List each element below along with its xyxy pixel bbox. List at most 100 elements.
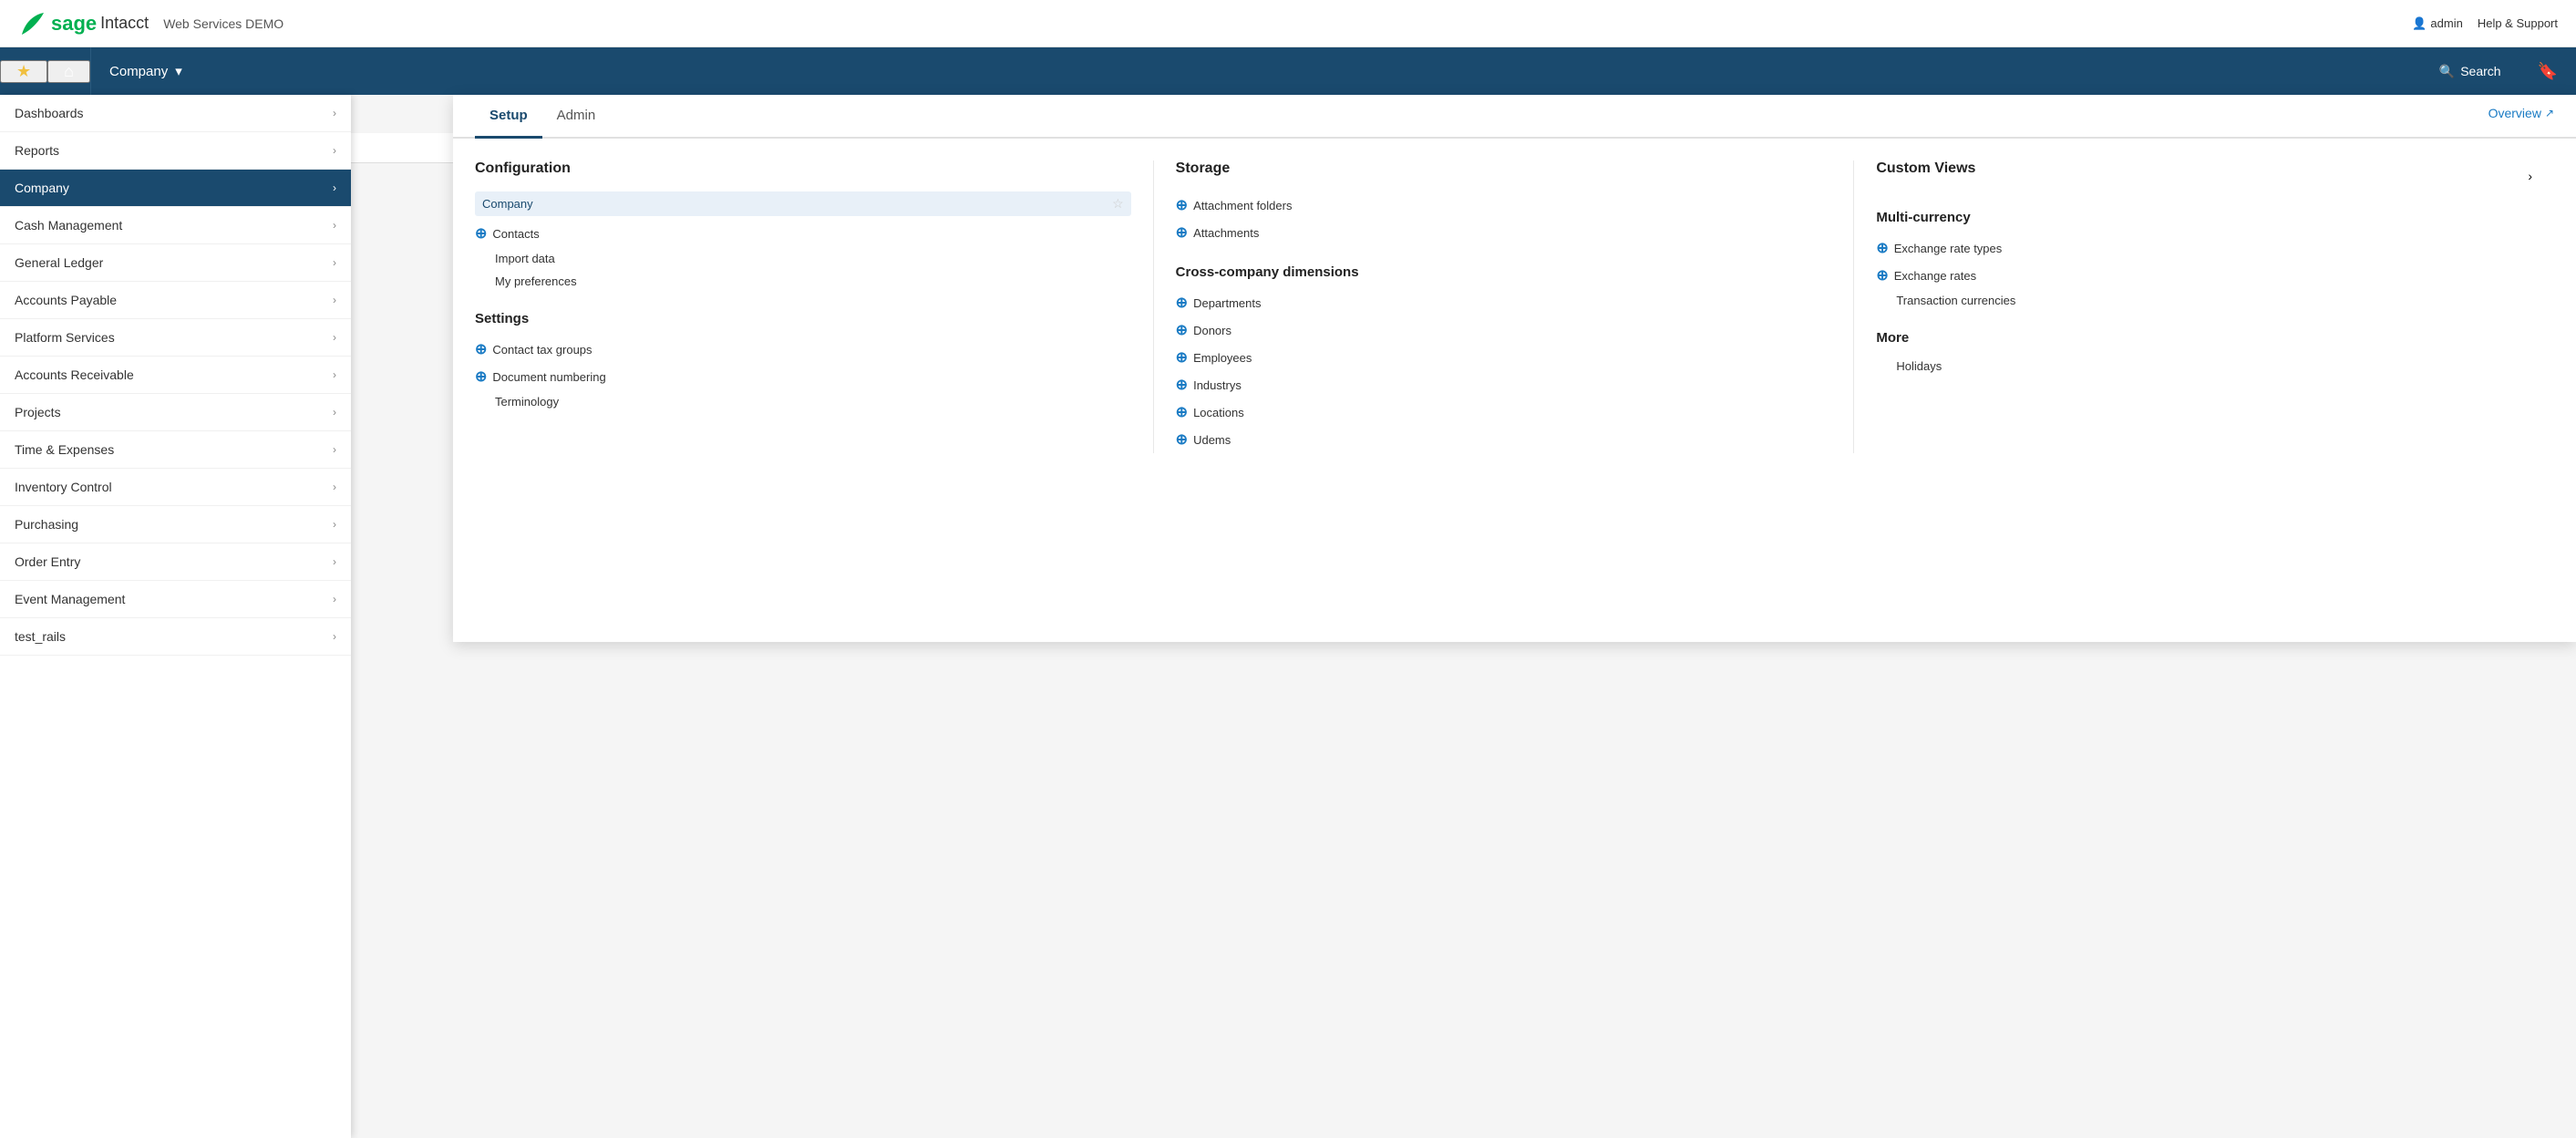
employees-label: Employees bbox=[1193, 351, 1252, 365]
departments-label: Departments bbox=[1193, 296, 1261, 310]
exchange-rate-types-label: Exchange rate types bbox=[1894, 242, 2003, 255]
company-link[interactable]: Company ☆ bbox=[475, 191, 1131, 216]
sidebar-item-inventory-control[interactable]: Inventory Control› bbox=[0, 469, 351, 506]
employees-plus-icon: ⊕ bbox=[1176, 348, 1188, 367]
custom-views-title: Custom Views bbox=[1876, 160, 1975, 177]
donors-link[interactable]: ⊕ Donors bbox=[1176, 316, 1832, 344]
donors-plus-icon: ⊕ bbox=[1176, 321, 1188, 339]
user-icon: 👤 bbox=[2412, 16, 2427, 31]
storage-title: Storage bbox=[1176, 160, 1832, 177]
chevron-right-icon: › bbox=[333, 144, 336, 157]
exchange-rates-plus-icon: ⊕ bbox=[1876, 266, 1888, 284]
more-title: More bbox=[1876, 330, 2532, 346]
attachment-folders-label: Attachment folders bbox=[1193, 199, 1292, 212]
main-layout: Dashboards›Reports›Company›Cash Manageme… bbox=[0, 95, 2576, 1138]
sidebar-item-accounts-payable[interactable]: Accounts Payable› bbox=[0, 282, 351, 319]
sidebar-item-order-entry[interactable]: Order Entry› bbox=[0, 543, 351, 581]
sidebar-item-company[interactable]: Company › bbox=[0, 170, 351, 207]
attachment-folders-link[interactable]: ⊕ Attachment folders bbox=[1176, 191, 1832, 219]
sidebar-item-label: Accounts Payable bbox=[15, 293, 117, 307]
mega-menu-content: Configuration Company ☆ ⊕ Contacts Impor… bbox=[453, 139, 2576, 475]
favorites-star-button[interactable]: ★ bbox=[0, 60, 47, 83]
content-area: Edit Done More actions ▾ Compa General i… bbox=[102, 95, 2576, 1138]
search-icon: 🔍 bbox=[2439, 64, 2455, 79]
overview-label: Overview bbox=[2488, 106, 2541, 120]
chevron-right-icon: › bbox=[333, 593, 336, 605]
sidebar-item-label: Reports bbox=[15, 143, 59, 158]
exchange-rate-types-plus-icon: ⊕ bbox=[1876, 239, 1888, 257]
mega-menu: Setup Admin Overview ↗ Configuration Com… bbox=[453, 95, 2576, 642]
nav-right: 🔍 Search 🔖 bbox=[2421, 47, 2576, 95]
sidebar-item-purchasing[interactable]: Purchasing› bbox=[0, 506, 351, 543]
company-star-icon[interactable]: ☆ bbox=[1112, 196, 1124, 212]
sidebar-item-accounts-receivable[interactable]: Accounts Receivable › bbox=[0, 357, 351, 394]
contacts-plus-icon: ⊕ bbox=[475, 224, 487, 243]
bookmark-button[interactable]: 🔖 bbox=[2519, 47, 2576, 95]
sidebar-item-label: Company bbox=[15, 181, 69, 195]
setup-tab[interactable]: Setup bbox=[475, 95, 542, 139]
attachments-link[interactable]: ⊕ Attachments bbox=[1176, 219, 1832, 246]
departments-plus-icon: ⊕ bbox=[1176, 294, 1188, 312]
terminology-link[interactable]: Terminology bbox=[475, 390, 1131, 413]
contact-tax-groups-link[interactable]: ⊕ Contact tax groups bbox=[475, 336, 1131, 363]
chevron-right-icon: › bbox=[333, 331, 336, 344]
sidebar-item-time-expenses[interactable]: Time & Expenses› bbox=[0, 431, 351, 469]
attachments-plus-icon: ⊕ bbox=[1176, 223, 1188, 242]
my-preferences-label: My preferences bbox=[495, 274, 577, 288]
contacts-link[interactable]: ⊕ Contacts bbox=[475, 220, 1131, 247]
udems-plus-icon: ⊕ bbox=[1176, 430, 1188, 449]
external-link-icon: ↗ bbox=[2545, 107, 2554, 119]
import-data-link[interactable]: Import data bbox=[475, 247, 1131, 270]
help-support-link[interactable]: Help & Support bbox=[2478, 16, 2558, 30]
chevron-right-icon: › bbox=[333, 368, 336, 381]
transaction-currencies-link[interactable]: Transaction currencies bbox=[1876, 289, 2532, 312]
storage-column: Storage ⊕ Attachment folders ⊕ Attachmen… bbox=[1176, 160, 1855, 453]
sidebar-item-event-management[interactable]: Event Management› bbox=[0, 581, 351, 618]
admin-label: admin bbox=[2430, 16, 2462, 30]
custom-views-column: Custom Views › Multi-currency ⊕ Exchange… bbox=[1876, 160, 2554, 453]
contact-tax-groups-label: Contact tax groups bbox=[492, 343, 592, 357]
industrys-link[interactable]: ⊕ Industrys bbox=[1176, 371, 1832, 398]
custom-views-chevron[interactable]: › bbox=[2528, 169, 2532, 183]
udems-link[interactable]: ⊕ Udems bbox=[1176, 426, 1832, 453]
sidebar-item-label: Accounts Receivable bbox=[15, 367, 134, 382]
attachments-label: Attachments bbox=[1193, 226, 1259, 240]
my-preferences-link[interactable]: My preferences bbox=[475, 270, 1131, 293]
sidebar-item-dashboards[interactable]: Dashboards› bbox=[0, 95, 351, 132]
exchange-rate-types-link[interactable]: ⊕ Exchange rate types bbox=[1876, 234, 2532, 262]
company-nav-button[interactable]: Company ▾ bbox=[90, 47, 201, 95]
holidays-link[interactable]: Holidays bbox=[1876, 355, 2532, 378]
home-button[interactable]: ⌂ bbox=[47, 60, 90, 83]
chevron-down-icon: ▾ bbox=[175, 63, 182, 79]
bookmark-icon: 🔖 bbox=[2538, 62, 2558, 80]
sidebar-item-label: General Ledger bbox=[15, 255, 103, 270]
admin-link[interactable]: 👤 admin bbox=[2412, 16, 2463, 31]
sage-leaf-icon bbox=[18, 9, 47, 38]
exchange-rates-link[interactable]: ⊕ Exchange rates bbox=[1876, 262, 2532, 289]
sidebar-item-test-rails[interactable]: test_rails› bbox=[0, 618, 351, 656]
sidebar-item-general-ledger[interactable]: General Ledger › bbox=[0, 244, 351, 282]
settings-title: Settings bbox=[475, 311, 1131, 326]
sidebar-item-cash-management[interactable]: Cash Management› bbox=[0, 207, 351, 244]
sidebar-item-label: Dashboards bbox=[15, 106, 84, 120]
document-numbering-link[interactable]: ⊕ Document numbering bbox=[475, 363, 1131, 390]
employees-link[interactable]: ⊕ Employees bbox=[1176, 344, 1832, 371]
sidebar-item-reports[interactable]: Reports › bbox=[0, 132, 351, 170]
sage-brand: sage bbox=[51, 12, 97, 36]
sidebar-item-platform-services[interactable]: Platform Services› bbox=[0, 319, 351, 357]
contacts-label: Contacts bbox=[492, 227, 539, 241]
departments-link[interactable]: ⊕ Departments bbox=[1176, 289, 1832, 316]
top-bar-left: sage Intacct Web Services DEMO bbox=[18, 9, 283, 38]
chevron-right-icon: › bbox=[333, 256, 336, 269]
locations-link[interactable]: ⊕ Locations bbox=[1176, 398, 1832, 426]
search-button[interactable]: 🔍 Search bbox=[2421, 47, 2519, 95]
cross-company-title: Cross-company dimensions bbox=[1176, 264, 1832, 280]
intacct-brand: Intacct bbox=[100, 14, 149, 33]
overview-link[interactable]: Overview ↗ bbox=[2488, 106, 2554, 120]
sidebar-item-projects[interactable]: Projects› bbox=[0, 394, 351, 431]
chevron-right-icon: › bbox=[333, 630, 336, 643]
chevron-right-icon: › bbox=[333, 181, 336, 194]
admin-tab[interactable]: Admin bbox=[542, 95, 611, 139]
mega-menu-tabs: Setup Admin bbox=[453, 95, 2576, 139]
sidebar-item-label: Inventory Control bbox=[15, 480, 112, 494]
